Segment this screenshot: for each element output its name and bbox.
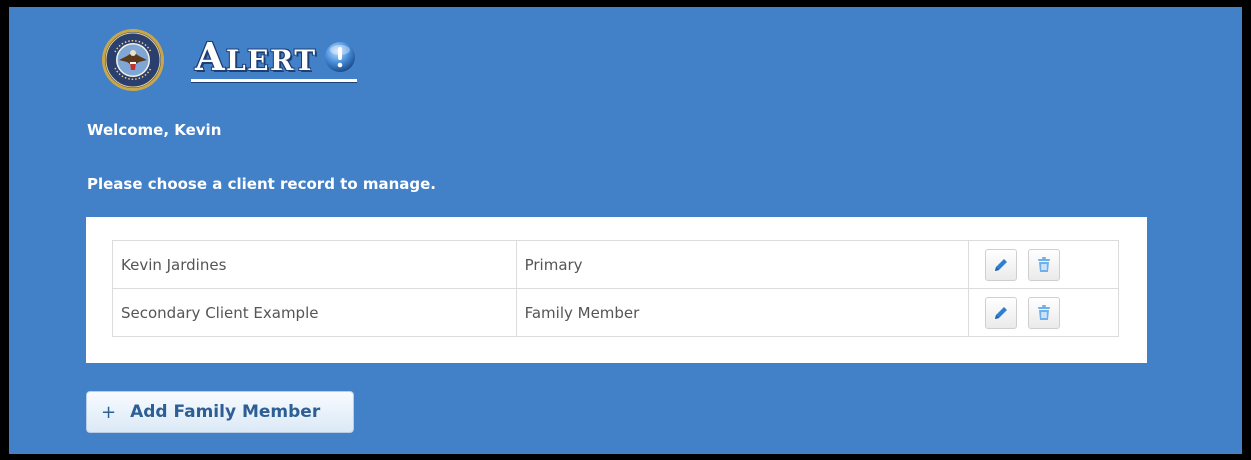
client-table: Kevin Jardines Primary Secondary Client …	[112, 240, 1119, 337]
trash-icon	[1037, 304, 1050, 320]
row-actions	[968, 288, 1119, 337]
row-actions	[968, 240, 1119, 289]
instruction-text: Please choose a client record to manage.	[87, 175, 437, 193]
exclamation-icon	[324, 42, 355, 72]
brand-wordmark: ALERT	[191, 34, 357, 82]
window-frame: ALERT Welcome, Kevin Please choose a cli…	[0, 0, 1251, 460]
edit-client-button[interactable]	[985, 248, 1018, 281]
delete-client-button[interactable]	[1027, 296, 1060, 329]
add-family-member-button[interactable]: + Add Family Member	[86, 391, 354, 433]
brand-title: ALERT	[195, 34, 317, 79]
table-row: Kevin Jardines Primary	[112, 240, 1119, 289]
client-type-cell: Primary	[515, 240, 970, 289]
add-family-member-label: Add Family Member	[130, 402, 321, 422]
table-row: Secondary Client Example Family Member	[112, 288, 1119, 337]
app-brand: ALERT	[101, 27, 357, 93]
plus-icon: +	[101, 401, 117, 423]
client-type-cell: Family Member	[515, 288, 970, 337]
client-table-card: Kevin Jardines Primary Secondary Client …	[86, 217, 1147, 363]
client-name-cell: Secondary Client Example	[112, 288, 517, 337]
department-seal-logo	[102, 29, 164, 91]
welcome-message: Welcome, Kevin	[87, 121, 222, 139]
delete-client-button[interactable]	[1027, 248, 1060, 281]
pencil-icon	[995, 258, 1008, 271]
main-panel: ALERT Welcome, Kevin Please choose a cli…	[9, 7, 1242, 454]
trash-icon	[1037, 256, 1050, 272]
brand-underline	[191, 79, 357, 82]
edit-client-button[interactable]	[985, 296, 1018, 329]
pencil-icon	[995, 306, 1008, 319]
client-name-cell: Kevin Jardines	[112, 240, 517, 289]
